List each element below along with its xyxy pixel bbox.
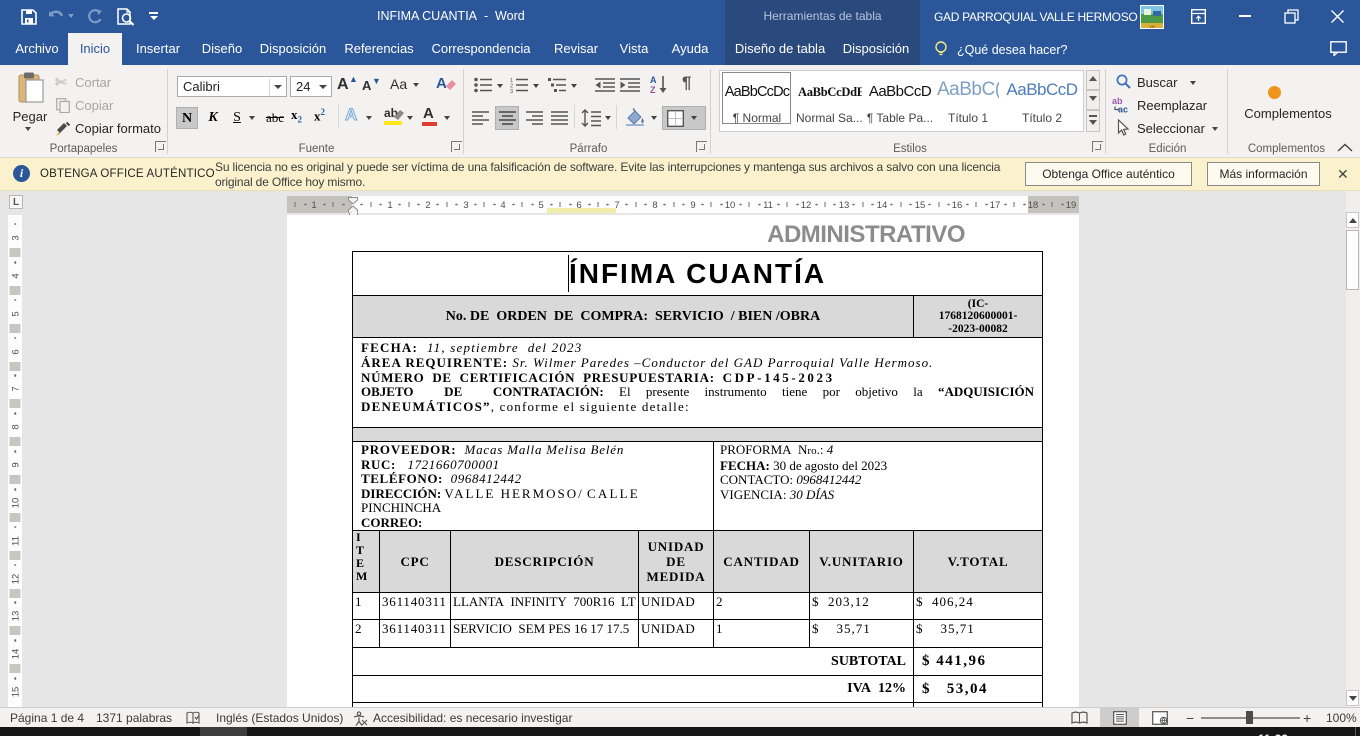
svg-text:A: A <box>650 75 657 85</box>
svg-text:8: 8 <box>652 200 657 211</box>
svg-text:4: 4 <box>500 200 505 211</box>
svg-text:1: 1 <box>311 200 316 211</box>
svg-text:18: 18 <box>1028 200 1039 211</box>
svg-text:1: 1 <box>387 200 392 211</box>
svg-text:8: 8 <box>11 424 22 429</box>
svg-text:17: 17 <box>990 200 1001 211</box>
svg-text:11: 11 <box>763 200 773 211</box>
svg-text:4: 4 <box>11 273 22 278</box>
svg-text:6: 6 <box>11 349 22 354</box>
svg-text:14: 14 <box>877 200 888 211</box>
svg-text:9: 9 <box>690 200 695 211</box>
svg-text:13: 13 <box>11 611 22 622</box>
svg-text:ac: ac <box>1118 105 1128 114</box>
svg-text:12: 12 <box>801 200 812 211</box>
svg-text:15: 15 <box>915 200 926 211</box>
svg-text:7: 7 <box>11 386 22 391</box>
svg-text:13: 13 <box>839 200 850 211</box>
svg-text:15: 15 <box>11 687 22 698</box>
svg-text:10: 10 <box>725 200 736 211</box>
svg-text:10: 10 <box>11 498 22 509</box>
svg-text:14: 14 <box>11 649 22 660</box>
svg-text:Z: Z <box>650 85 656 94</box>
svg-text:2: 2 <box>425 200 430 211</box>
svg-text:11: 11 <box>11 536 22 546</box>
svg-text:19: 19 <box>1066 200 1077 211</box>
svg-text:3: 3 <box>11 235 22 240</box>
svg-text:16: 16 <box>952 200 963 211</box>
svg-text:12: 12 <box>11 574 22 585</box>
svg-text:3: 3 <box>463 200 468 211</box>
svg-text:3: 3 <box>510 89 513 93</box>
svg-text:9: 9 <box>11 462 22 467</box>
svg-text:5: 5 <box>11 311 22 316</box>
svg-text:VH: VH <box>1149 24 1155 29</box>
svg-text:A: A <box>436 75 447 92</box>
svg-text:5: 5 <box>538 200 543 211</box>
